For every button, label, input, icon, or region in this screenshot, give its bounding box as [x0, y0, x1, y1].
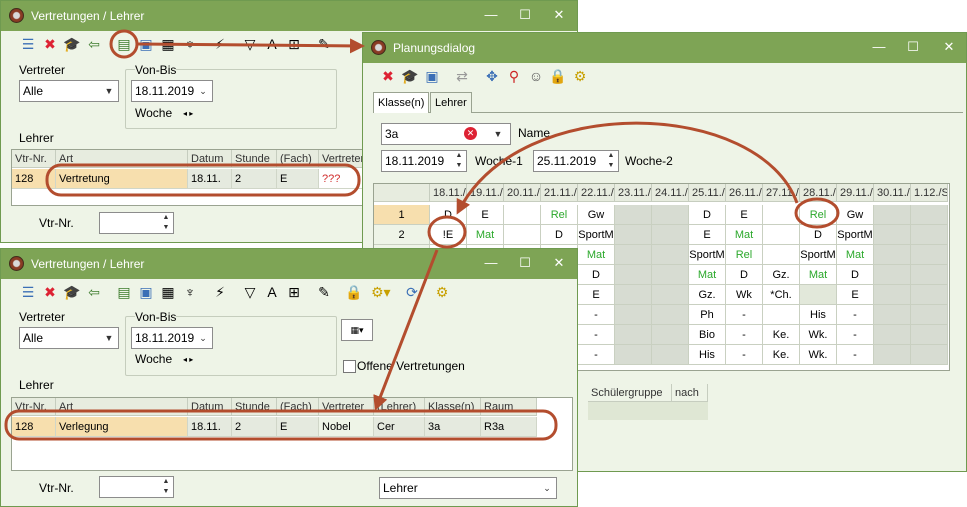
annotation-arrow — [373, 249, 439, 411]
annotation-ring — [4, 409, 558, 441]
annotation-ring — [794, 197, 840, 229]
annotation-arrow — [137, 38, 365, 54]
annotation-ring — [45, 163, 361, 197]
annotation-ring — [427, 215, 467, 249]
annotation-ring — [109, 29, 139, 59]
annotation-arrow — [456, 121, 799, 215]
annotation-overlay — [4, 29, 840, 441]
